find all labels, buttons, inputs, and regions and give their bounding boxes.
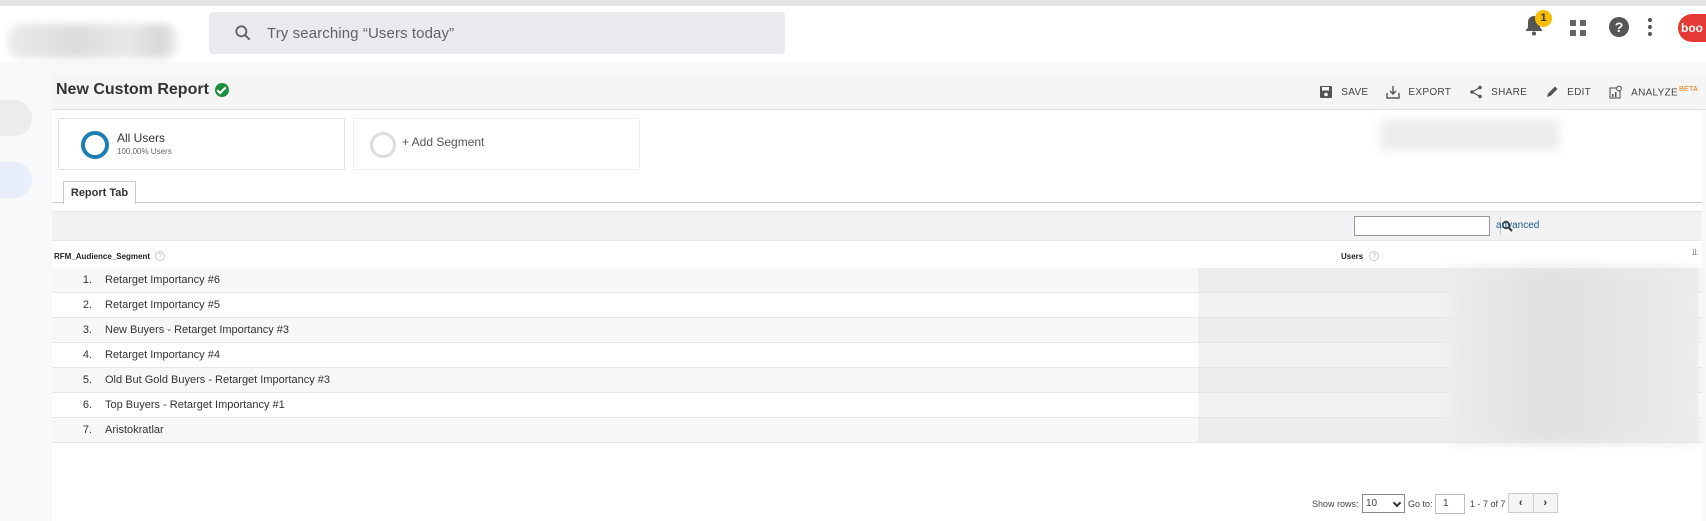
save-button[interactable]: SAVE bbox=[1319, 85, 1368, 99]
apps-grid-icon[interactable] bbox=[1570, 20, 1586, 36]
pagination: Show rows: 10 Go to: 1 1 - 7 of 7 ‹ › bbox=[52, 492, 1702, 514]
help-icon[interactable]: ? bbox=[155, 251, 166, 261]
row-segment-name[interactable]: Old But Gold Buyers - Retarget Importanc… bbox=[105, 374, 330, 386]
segment-name: All Users bbox=[117, 131, 166, 145]
report-main: New Custom Report SAVE EXPORT SHARE EDIT bbox=[52, 62, 1706, 521]
row-segment-name[interactable]: New Buyers - Retarget Importancy #3 bbox=[105, 324, 289, 336]
sort-icon[interactable]: ⫫ bbox=[1692, 247, 1697, 258]
segment-percentage: 100.00% Users bbox=[117, 147, 172, 156]
report-panel: All Users 100.00% Users + Add Segment Re… bbox=[52, 110, 1702, 521]
page-range: 1 - 7 of 7 bbox=[1470, 499, 1506, 509]
row-segment-name[interactable]: Retarget Importancy #4 bbox=[105, 349, 220, 361]
help-icon[interactable]: ? bbox=[1609, 17, 1629, 37]
top-app-bar: Try searching “Users today” bbox=[0, 6, 1706, 62]
row-number: 4. bbox=[82, 349, 92, 361]
share-icon bbox=[1470, 85, 1482, 99]
pencil-icon bbox=[1547, 86, 1558, 97]
page-nav: ‹ › bbox=[1508, 493, 1558, 513]
check-circle-icon bbox=[214, 83, 229, 97]
beta-badge: BETA bbox=[1679, 85, 1698, 93]
sidebar bbox=[0, 62, 52, 521]
sidebar-item[interactable] bbox=[0, 100, 32, 136]
report-header: New Custom Report SAVE EXPORT SHARE EDIT bbox=[52, 74, 1706, 110]
search-placeholder: Try searching “Users today” bbox=[267, 24, 455, 42]
users-values-blurred bbox=[1450, 268, 1698, 443]
avatar[interactable]: boo bbox=[1678, 14, 1706, 42]
row-segment-name[interactable]: Retarget Importancy #5 bbox=[105, 299, 220, 311]
page-title: New Custom Report bbox=[56, 81, 229, 99]
row-number: 2. bbox=[82, 299, 92, 311]
property-selector-blurred[interactable] bbox=[8, 24, 178, 58]
export-icon bbox=[1386, 86, 1401, 99]
goto-page-input[interactable]: 1 bbox=[1435, 494, 1465, 514]
export-button[interactable]: EXPORT bbox=[1386, 85, 1451, 99]
column-header-dimension[interactable]: RFM_Audience_Segment ? bbox=[54, 251, 166, 261]
date-range-blurred[interactable] bbox=[1380, 120, 1560, 150]
empty-segment-ring-icon bbox=[370, 132, 396, 158]
more-vert-icon[interactable] bbox=[1648, 18, 1652, 36]
report-tabs: Report Tab bbox=[52, 178, 1702, 204]
show-rows-label: Show rows: bbox=[1312, 499, 1359, 509]
table-toolbar: advanced bbox=[52, 211, 1702, 241]
segment-all-users[interactable]: All Users 100.00% Users bbox=[58, 118, 345, 170]
row-number: 7. bbox=[82, 424, 92, 436]
search-icon bbox=[235, 25, 251, 41]
report-title: New Custom Report bbox=[56, 81, 209, 98]
analyze-button[interactable]: ANALYZEBETA bbox=[1609, 85, 1698, 99]
prev-page-button[interactable]: ‹ bbox=[1509, 494, 1534, 512]
table-header: RFM_Audience_Segment ? Users ? ⫫ bbox=[52, 242, 1702, 268]
row-segment-name[interactable]: Aristokratlar bbox=[105, 424, 164, 436]
help-icon[interactable]: ? bbox=[1369, 251, 1380, 261]
show-rows-select[interactable]: 10 bbox=[1362, 494, 1405, 513]
save-icon bbox=[1320, 86, 1333, 98]
edit-button[interactable]: EDIT bbox=[1545, 85, 1591, 99]
goto-label: Go to: bbox=[1408, 499, 1433, 509]
sidebar-item-active[interactable] bbox=[0, 162, 32, 198]
notification-badge: 1 bbox=[1535, 10, 1552, 27]
row-number: 5. bbox=[82, 374, 92, 386]
table-filter-input[interactable] bbox=[1355, 217, 1500, 235]
add-segment-button[interactable]: + Add Segment bbox=[353, 118, 640, 170]
segment-ring-icon bbox=[81, 131, 109, 159]
column-header-users[interactable]: Users ? bbox=[1341, 251, 1380, 261]
advanced-filter-link[interactable]: advanced bbox=[1496, 220, 1539, 231]
row-segment-name[interactable]: Retarget Importancy #6 bbox=[105, 274, 220, 286]
table-filter bbox=[1354, 216, 1513, 236]
share-button[interactable]: SHARE bbox=[1469, 85, 1527, 99]
analyze-icon bbox=[1609, 85, 1622, 99]
row-number: 3. bbox=[82, 324, 92, 336]
add-segment-label: + Add Segment bbox=[402, 135, 485, 149]
row-segment-name[interactable]: Top Buyers - Retarget Importancy #1 bbox=[105, 399, 285, 411]
next-page-button[interactable]: › bbox=[1534, 494, 1558, 512]
row-number: 6. bbox=[82, 399, 92, 411]
chevron-down-icon bbox=[1392, 498, 1402, 508]
tab-report[interactable]: Report Tab bbox=[63, 181, 136, 204]
report-actions: SAVE EXPORT SHARE EDIT ANALYZEBETA bbox=[1319, 74, 1698, 110]
row-number: 1. bbox=[82, 274, 92, 286]
search-bar[interactable]: Try searching “Users today” bbox=[209, 12, 785, 54]
